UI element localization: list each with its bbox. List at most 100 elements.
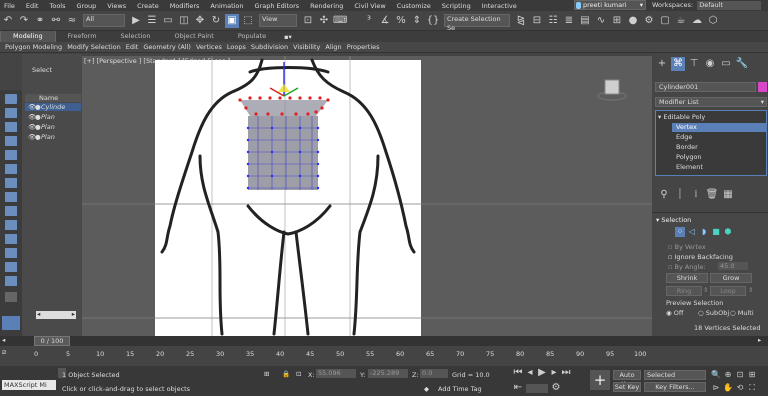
configure-modifier-sets-icon[interactable]: ▦ xyxy=(721,188,735,202)
tab-modeling[interactable]: Modeling xyxy=(0,31,56,42)
list-item[interactable]: 👁 ● Cylinde xyxy=(25,103,81,111)
unlink-icon[interactable]: ⚯ xyxy=(49,14,63,28)
selection-filter-combo[interactable]: Selected xyxy=(644,370,706,380)
ring-button[interactable]: Ring xyxy=(666,286,702,296)
time-slider[interactable]: 0 / 100 xyxy=(34,336,70,346)
open-mini-curve-editor-icon[interactable]: ⧄ xyxy=(2,348,6,357)
subobject-polygon[interactable]: Polygon xyxy=(676,153,702,162)
add-time-tag-button[interactable]: Add Time Tag xyxy=(438,385,482,393)
ignore-backfacing-checkbox[interactable]: ▫ Ignore Backfacing xyxy=(668,253,733,261)
display-hidden-icon[interactable] xyxy=(5,262,17,272)
align-icon[interactable]: ⊟ xyxy=(530,14,544,28)
display-cameras-icon[interactable] xyxy=(5,150,17,160)
field-of-view-icon[interactable]: ⊳ xyxy=(711,383,721,393)
zoom-extents-icon[interactable]: ⊡ xyxy=(735,370,745,380)
by-vertex-checkbox[interactable]: ▫ By Vertex xyxy=(668,243,706,251)
rectangle-selection-icon[interactable]: ▭ xyxy=(161,14,175,28)
x-coordinate-field[interactable]: 55.096 xyxy=(316,369,356,378)
pin-stack-icon[interactable]: ⚲ xyxy=(657,188,671,202)
menu-group[interactable]: Group xyxy=(77,2,97,10)
display-lights-icon[interactable] xyxy=(5,136,17,146)
spinner-snap-icon[interactable]: ⇕ xyxy=(410,14,424,28)
reference-coordinate-dropdown[interactable]: View xyxy=(259,14,297,27)
panel-subdivision[interactable]: Subdivision xyxy=(251,42,288,53)
selection-lock-toggle-icon[interactable]: 🔒 xyxy=(282,370,290,378)
previous-frame-icon[interactable]: ◂ xyxy=(525,368,535,378)
tab-populate[interactable]: Populate xyxy=(226,31,278,42)
loop-spinner-icon[interactable]: ⇕ xyxy=(748,286,753,294)
panel-align[interactable]: Align xyxy=(325,42,341,53)
loop-button[interactable]: Loop xyxy=(710,286,746,296)
key-filters-button[interactable]: Key Filters... xyxy=(644,382,706,392)
angle-snap-icon[interactable]: ∡ xyxy=(378,14,392,28)
panel-modify-selection[interactable]: Modify Selection xyxy=(67,42,121,53)
render-in-cloud-icon[interactable]: ⬡ xyxy=(706,14,720,28)
freeze-icon[interactable]: ● xyxy=(35,133,41,141)
time-configuration-icon[interactable]: ⚙ xyxy=(551,383,561,393)
select-manipulate-icon[interactable]: ✣ xyxy=(317,14,331,28)
keyboard-shortcut-override-icon[interactable]: ⌨ xyxy=(333,14,347,28)
display-all-icon[interactable] xyxy=(5,276,17,286)
render-setup-icon[interactable]: ⚙ xyxy=(642,14,656,28)
panel-properties[interactable]: Properties xyxy=(347,42,380,53)
toggle-ribbon-icon[interactable]: ▤ xyxy=(578,14,592,28)
freeze-icon[interactable]: ● xyxy=(35,113,41,121)
list-item[interactable]: 👁 ● Plan xyxy=(25,113,81,121)
display-groups-icon[interactable] xyxy=(5,192,17,202)
menu-file[interactable]: File xyxy=(4,2,15,10)
ribbon-options-icon[interactable]: ▪▾ xyxy=(284,33,292,41)
display-none-icon[interactable] xyxy=(5,94,17,104)
menu-customize[interactable]: Customize xyxy=(397,2,431,10)
selection-rollout-title[interactable]: ▾ Selection xyxy=(656,216,691,224)
object-color-swatch[interactable] xyxy=(758,82,767,92)
list-item[interactable]: 👁 ● Plan xyxy=(25,123,81,131)
preview-multi-radio[interactable]: ○ Multi xyxy=(730,309,754,317)
tab-selection[interactable]: Selection xyxy=(109,31,163,42)
layer-explorer-toggle-icon[interactable] xyxy=(2,316,20,330)
edit-named-selection-icon[interactable]: {} xyxy=(426,14,440,28)
preview-subobj-radio[interactable]: ○ SubObj xyxy=(698,309,729,317)
border-level-icon[interactable]: ◗ xyxy=(699,227,709,237)
display-bones-icon[interactable] xyxy=(5,220,17,230)
preview-off-radio[interactable]: ◉ Off xyxy=(666,309,683,317)
workspaces-selector[interactable]: Workspaces: Default xyxy=(652,0,766,10)
render-iterative-icon[interactable]: ☁ xyxy=(690,14,704,28)
display-containers-icon[interactable] xyxy=(5,234,17,244)
scroll-left-icon[interactable]: ◂ xyxy=(37,310,40,318)
utilities-tab-icon[interactable]: 🔧 xyxy=(735,57,749,71)
freeze-icon[interactable]: ● xyxy=(35,123,41,131)
menu-scripting[interactable]: Scripting xyxy=(442,2,471,10)
menu-tools[interactable]: Tools xyxy=(49,2,65,10)
next-frame-icon[interactable]: ▸ xyxy=(758,336,761,344)
window-crossing-icon[interactable]: ◫ xyxy=(177,14,191,28)
menu-views[interactable]: Views xyxy=(107,2,126,10)
time-slider-track[interactable]: 0 / 100 ◂ ▸ xyxy=(0,336,768,346)
play-icon[interactable]: ▶ xyxy=(537,368,547,378)
display-frozen-icon[interactable] xyxy=(5,248,17,258)
zoom-all-icon[interactable]: ⊕ xyxy=(723,370,733,380)
set-key-button[interactable]: Set Key xyxy=(613,382,641,392)
auto-key-button[interactable]: Auto Key xyxy=(613,370,641,388)
panel-loops[interactable]: Loops xyxy=(227,42,246,53)
select-move-icon[interactable]: ✥ xyxy=(193,14,207,28)
display-helpers-icon[interactable] xyxy=(5,164,17,174)
subobject-vertex[interactable]: Vertex xyxy=(672,123,766,132)
link-icon[interactable]: ⚭ xyxy=(33,14,47,28)
panel-geometry-all[interactable]: Geometry (All) xyxy=(143,42,191,53)
menu-interactive[interactable]: Interactive xyxy=(482,2,517,10)
scene-options-icon[interactable] xyxy=(5,292,17,302)
vertex-level-icon[interactable]: ⁘ xyxy=(675,227,685,237)
select-object-icon[interactable]: ▶ xyxy=(129,14,143,28)
redo-icon[interactable]: ↷ xyxy=(17,14,31,28)
named-selection-set-dropdown[interactable]: Create Selection Se xyxy=(444,14,510,32)
y-coordinate-field[interactable]: -225.289 xyxy=(368,369,408,378)
zoom-icon[interactable]: 🔍 xyxy=(711,370,721,380)
orbit-icon[interactable]: ⟲ xyxy=(735,383,745,393)
time-tag-icon[interactable]: ◆ xyxy=(424,385,429,393)
grow-button[interactable]: Grow xyxy=(710,273,752,283)
freeze-icon[interactable]: ● xyxy=(35,103,41,111)
ring-spinner-icon[interactable]: ⇕ xyxy=(703,286,708,294)
prev-frame-icon[interactable]: ◂ xyxy=(2,336,5,344)
motion-tab-icon[interactable]: ◉ xyxy=(703,57,717,71)
modifier-list-dropdown[interactable]: Modifier List ▾ xyxy=(655,97,767,107)
